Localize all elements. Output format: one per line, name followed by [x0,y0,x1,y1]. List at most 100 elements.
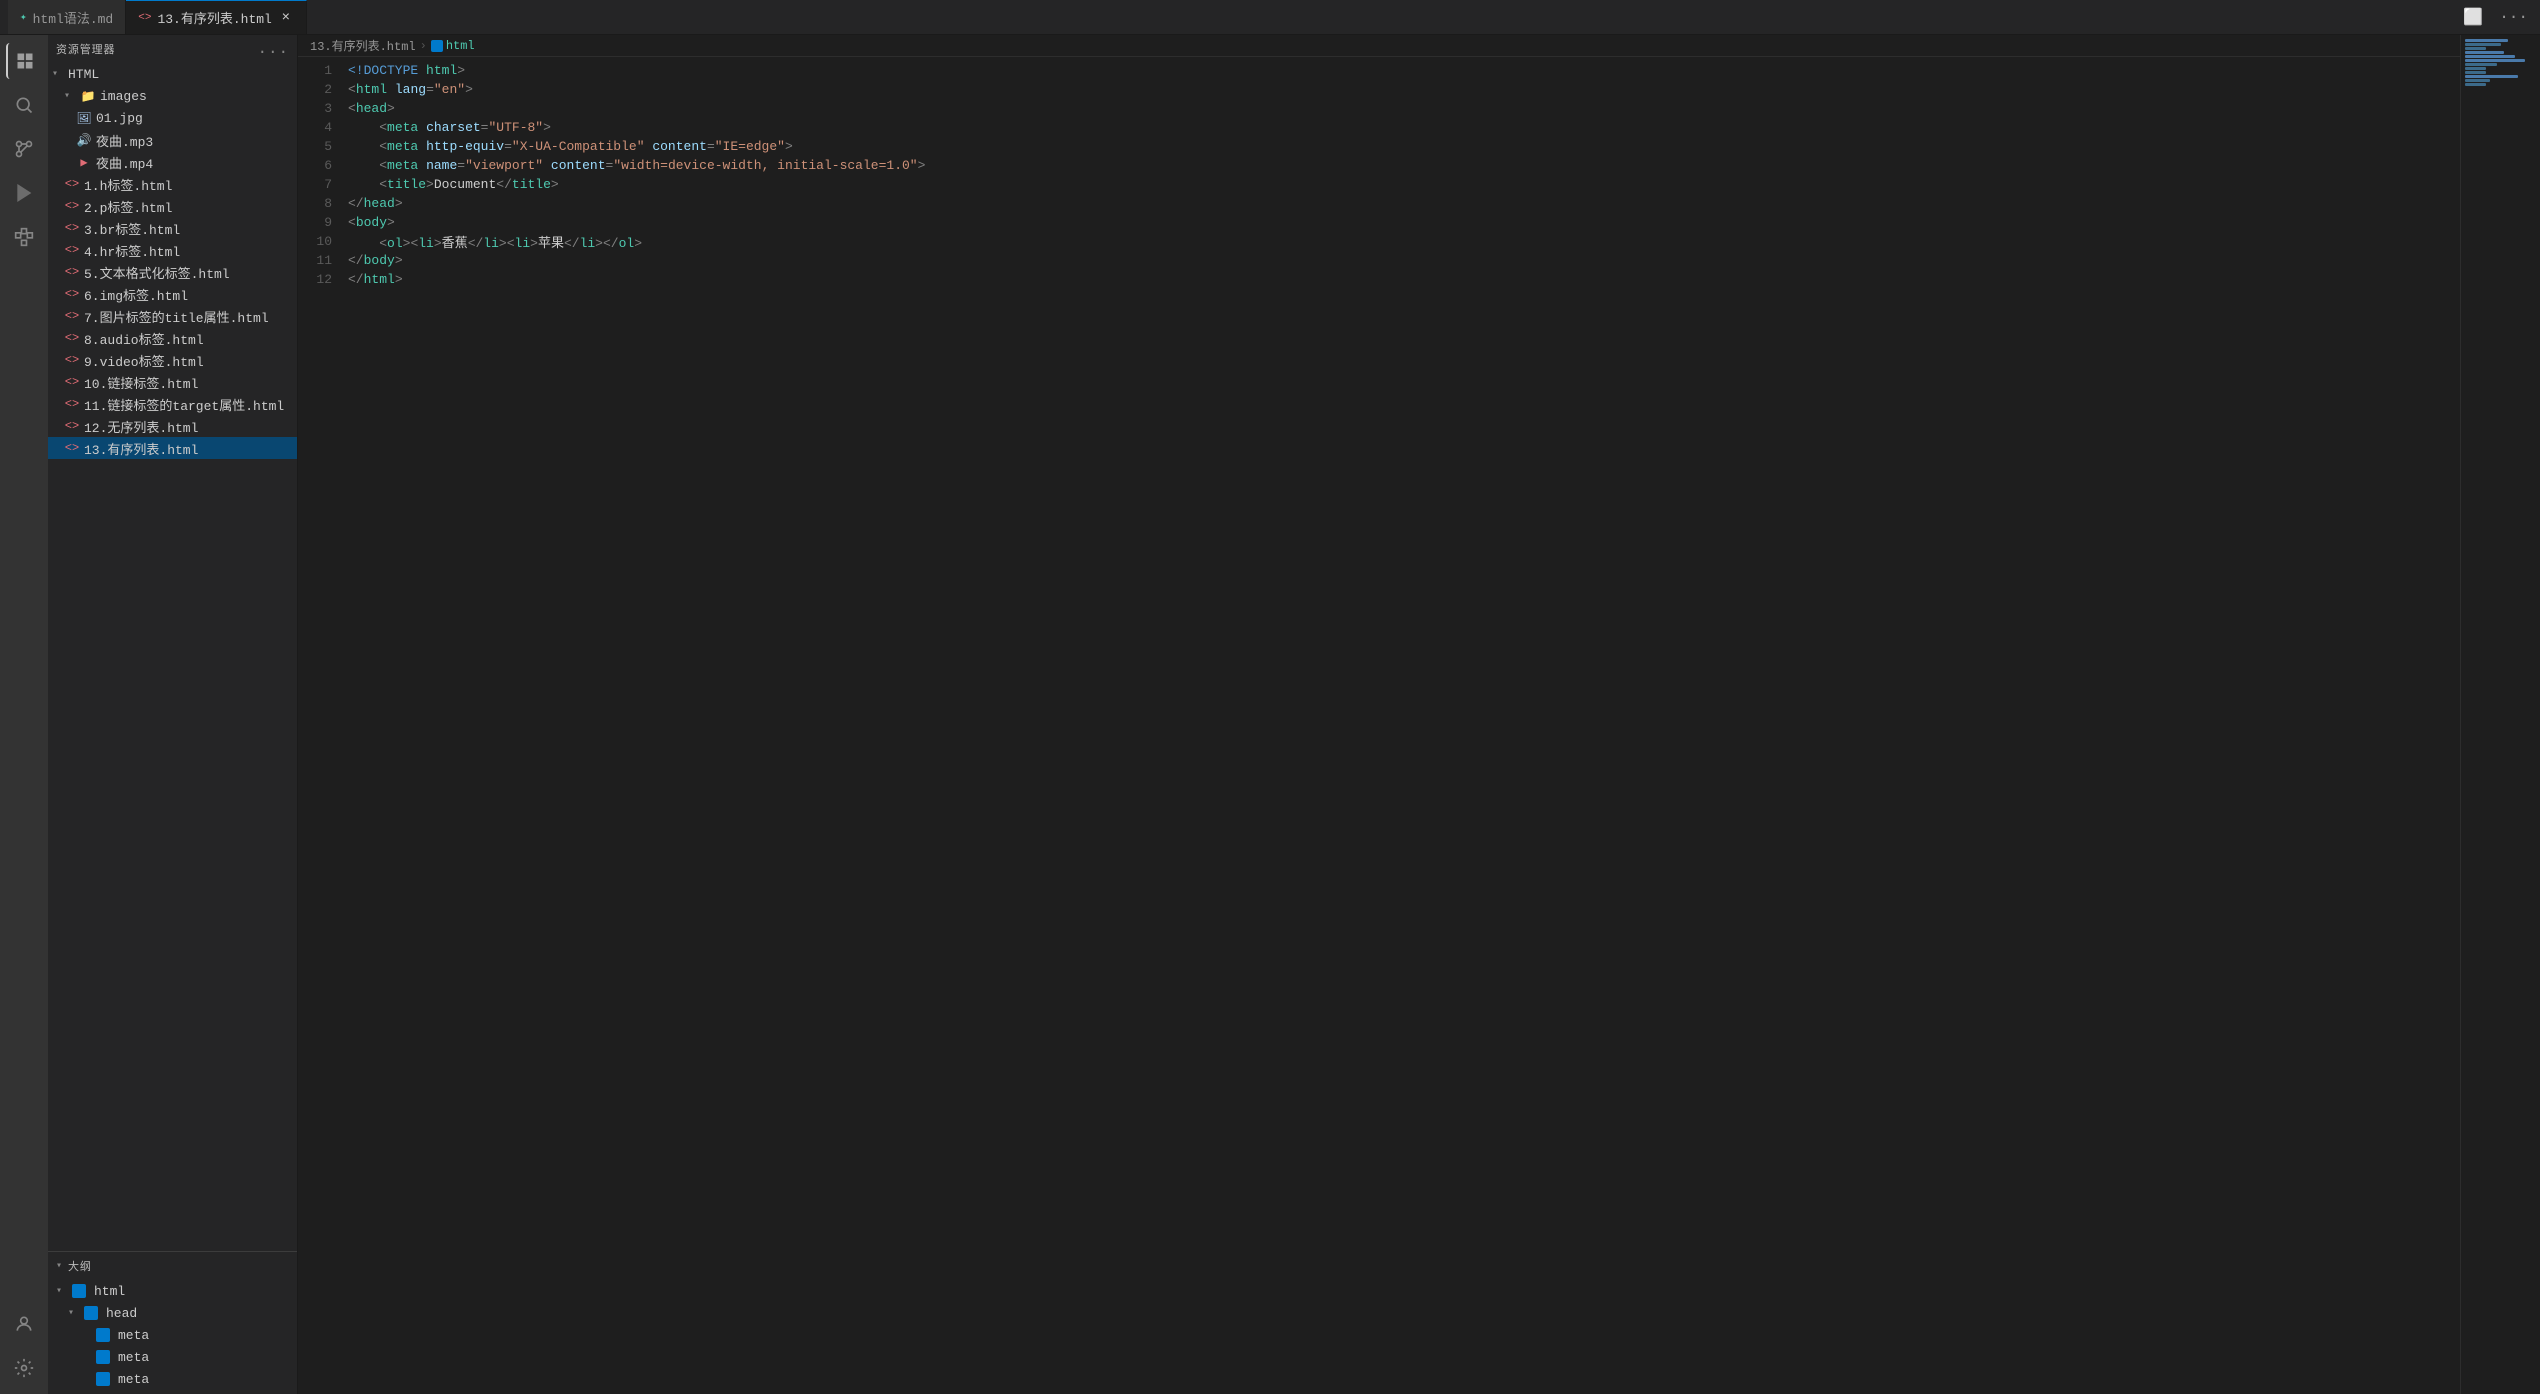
outline-meta3[interactable]: meta [48,1368,297,1390]
outline-arrow: ▾ [56,1260,68,1272]
minimap-line-5 [2465,55,2515,58]
outline-html-arrow: ▾ [56,1285,68,1297]
outline-meta2[interactable]: meta [48,1346,297,1368]
tree-file-5[interactable]: <> 5.文本格式化标签.html [48,261,297,283]
line-num-7: 7 [298,177,348,192]
tree-file-9[interactable]: <> 9.video标签.html [48,349,297,371]
tree-file-mp3[interactable]: 🔊 夜曲.mp3 [48,129,297,151]
minimap-line-1 [2465,39,2508,42]
editor-content[interactable]: 1 <!DOCTYPE html> 2 <html lang="en"> 3 <… [298,57,2460,1394]
file-8-icon: <> [64,331,80,345]
outline-meta1-icon [96,1328,110,1342]
line-num-11: 11 [298,253,348,268]
activity-explorer[interactable] [6,43,42,79]
outline-meta1-label: meta [118,1328,149,1343]
line-num-1: 1 [298,63,348,78]
line-num-6: 6 [298,158,348,173]
file-10-icon: <> [64,375,80,389]
outline-head[interactable]: ▾ head [48,1302,297,1324]
outline-header[interactable]: ▾ 大纲 [48,1252,297,1280]
outline-meta1[interactable]: meta [48,1324,297,1346]
sidebar-more-button[interactable]: ... [258,40,289,58]
minimap-line-3 [2465,47,2486,50]
tree-file-mp4-label: 夜曲.mp4 [96,153,153,172]
tree-file-01jpg[interactable]: 🖼 01.jpg [48,107,297,129]
code-line-11: 11 </body> [298,251,2460,270]
code-line-10: 10 <ol><li>香蕉</li><li>苹果</li></ol> [298,232,2460,251]
tree-file-10[interactable]: <> 10.链接标签.html [48,371,297,393]
tree-file-2[interactable]: <> 2.p标签.html [48,195,297,217]
file-4-icon: <> [64,243,80,257]
line-num-12: 12 [298,272,348,287]
outline-meta3-icon [96,1372,110,1386]
file-11-icon: <> [64,397,80,411]
outline-title-text: 大纲 [68,1258,92,1274]
code-line-12: 12 </html> [298,270,2460,289]
minimap-line-4 [2465,51,2504,54]
outline-meta2-label: meta [118,1350,149,1365]
line-content-4: <meta charset="UTF-8"> [348,120,2460,135]
sidebar-title: 资源管理器 ... [48,35,297,63]
line-content-3: <head> [348,101,2460,116]
tree-file-13-label: 13.有序列表.html [84,439,198,458]
tab-html[interactable]: <> 13.有序列表.html × [126,0,307,34]
tree-file-4-label: 4.hr标签.html [84,241,180,260]
breadcrumb-file[interactable]: 13.有序列表.html [310,37,416,54]
activity-extensions[interactable] [6,219,42,255]
activity-accounts[interactable] [6,1306,42,1342]
outline-section: ▾ 大纲 ▾ html ▾ head meta [48,1251,297,1394]
code-line-6: 6 <meta name="viewport" content="width=d… [298,156,2460,175]
tree-file-13[interactable]: <> 13.有序列表.html [48,437,297,459]
file-mp3-icon: 🔊 [76,133,92,148]
line-num-4: 4 [298,120,348,135]
code-line-9: 9 <body> [298,213,2460,232]
tab-html-label: 13.有序列表.html [157,8,271,27]
activity-search[interactable] [6,87,42,123]
file-9-icon: <> [64,353,80,367]
line-content-8: </head> [348,196,2460,211]
tab-bar: ✦ html语法.md <> 13.有序列表.html × [8,0,2459,34]
line-num-9: 9 [298,215,348,230]
split-editor-button[interactable]: ⬜ [2459,5,2487,29]
outline-head-arrow: ▾ [68,1307,80,1319]
activity-settings[interactable] [6,1350,42,1386]
outline-html[interactable]: ▾ html [48,1280,297,1302]
tree-file-3[interactable]: <> 3.br标签.html [48,217,297,239]
minimap-line-10 [2465,75,2518,78]
tree-arrow-html: ▾ [52,68,64,80]
file-01jpg-icon: 🖼 [76,111,92,126]
tab-md[interactable]: ✦ html语法.md [8,0,126,34]
code-line-8: 8 </head> [298,194,2460,213]
minimap-line-8 [2465,67,2486,70]
activity-run[interactable] [6,175,42,211]
file-2-icon: <> [64,199,80,213]
tab-html-close[interactable]: × [278,10,294,26]
tree-file-mp4[interactable]: ▶ 夜曲.mp4 [48,151,297,173]
minimap-content [2461,35,2540,91]
tree-folder-images[interactable]: ▾ 📁 images [48,85,297,107]
tree-file-7[interactable]: <> 7.图片标签的title属性.html [48,305,297,327]
more-actions-button[interactable]: ··· [2495,6,2532,28]
tree-file-4[interactable]: <> 4.hr标签.html [48,239,297,261]
tree-root-html-label: HTML [68,67,99,82]
tab-md-label: html语法.md [33,8,114,27]
tree-file-6[interactable]: <> 6.img标签.html [48,283,297,305]
code-line-5: 5 <meta http-equiv="X-UA-Compatible" con… [298,137,2460,156]
line-num-8: 8 [298,196,348,211]
tree-file-9-label: 9.video标签.html [84,351,204,370]
folder-images-icon: 📁 [80,89,96,104]
minimap-line-2 [2465,43,2501,46]
file-5-icon: <> [64,265,80,279]
file-12-icon: <> [64,419,80,433]
sidebar: 资源管理器 ... ▾ HTML ▾ 📁 images 🖼 01.jpg [48,35,298,1394]
line-content-7: <title>Document</title> [348,177,2460,192]
tree-file-1[interactable]: <> 1.h标签.html [48,173,297,195]
activity-source-control[interactable] [6,131,42,167]
minimap [2460,35,2540,1394]
breadcrumb-sep: › [420,39,427,53]
tree-file-7-label: 7.图片标签的title属性.html [84,307,269,326]
tree-file-12[interactable]: <> 12.无序列表.html [48,415,297,437]
tree-root-html[interactable]: ▾ HTML [48,63,297,85]
tree-file-11[interactable]: <> 11.链接标签的target属性.html [48,393,297,415]
tree-file-8[interactable]: <> 8.audio标签.html [48,327,297,349]
